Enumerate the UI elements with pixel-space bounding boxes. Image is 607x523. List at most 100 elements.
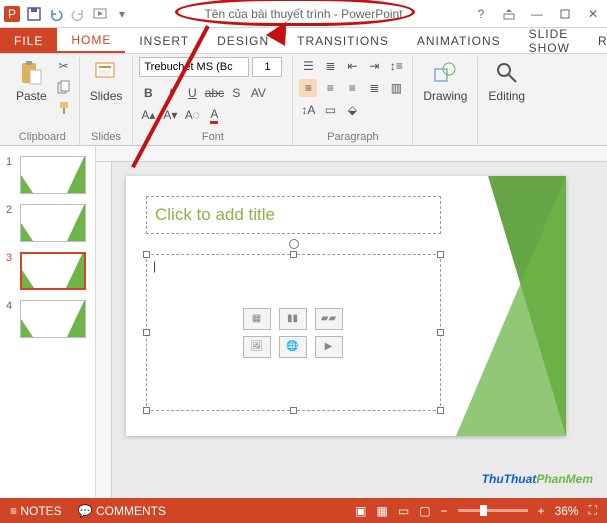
drawing-button[interactable]: Drawing	[419, 57, 471, 106]
cut-icon[interactable]: ✂	[55, 57, 73, 75]
minimize-icon[interactable]: —	[527, 4, 547, 24]
slides-btn-label: Slides	[90, 89, 123, 103]
smartart-icon[interactable]: ⬙	[343, 101, 361, 119]
tab-insert[interactable]: INSERT	[125, 28, 203, 53]
thumbnail-3[interactable]: 3	[0, 248, 95, 296]
paste-button[interactable]: Paste	[12, 57, 51, 106]
help-icon[interactable]: ?	[471, 4, 491, 24]
align-right-icon[interactable]: ≡	[343, 79, 361, 97]
rotate-handle[interactable]	[289, 239, 299, 249]
app-icon: P	[4, 6, 20, 22]
clipboard-label: Clipboard	[12, 129, 73, 145]
resize-handle[interactable]	[437, 407, 444, 414]
clear-format-icon[interactable]: A◌	[183, 106, 201, 124]
paste-icon	[18, 60, 44, 86]
thumbnail-4[interactable]: 4	[0, 296, 95, 344]
sorter-view-icon[interactable]: ▦	[377, 504, 388, 518]
thumb-slide	[20, 252, 86, 290]
indent-dec-icon[interactable]: ⇤	[343, 57, 361, 75]
italic-button[interactable]: I	[161, 84, 179, 102]
thumbnail-2[interactable]: 2	[0, 200, 95, 248]
notes-button[interactable]: ≡ NOTES	[10, 504, 62, 518]
slide-canvas[interactable]: Click to add title | ▦ ▮▮ ▰▰	[126, 176, 566, 436]
quick-access-toolbar: P ▾	[4, 6, 130, 22]
insert-online-picture-icon[interactable]: 🌐	[279, 336, 307, 358]
slides-label: Slides	[86, 129, 127, 145]
close-icon[interactable]: ✕	[583, 4, 603, 24]
thumb-slide	[20, 156, 86, 194]
copy-icon[interactable]	[55, 78, 73, 96]
window-controls: ? — ✕	[471, 4, 603, 24]
insert-chart-icon[interactable]: ▮▮	[279, 308, 307, 330]
tab-file[interactable]: FILE	[0, 28, 57, 53]
fit-window-icon[interactable]: ⛶	[589, 503, 597, 518]
resize-handle[interactable]	[437, 329, 444, 336]
slide-editor: Click to add title | ▦ ▮▮ ▰▰	[96, 146, 607, 498]
undo-icon[interactable]	[48, 6, 64, 22]
window-title: Tên của bài thuyết trình - PowerPoint	[204, 7, 402, 21]
line-spacing-icon[interactable]: ↕≡	[387, 57, 405, 75]
columns-icon[interactable]: ▥	[387, 79, 405, 97]
content-placeholder[interactable]: | ▦ ▮▮ ▰▰ 🖼 🌐 ▶	[146, 254, 441, 411]
slideshow-view-icon[interactable]: ▢	[419, 504, 430, 518]
indent-inc-icon[interactable]: ⇥	[365, 57, 383, 75]
tab-animations[interactable]: ANIMATIONS	[403, 28, 515, 53]
zoom-slider[interactable]	[458, 509, 528, 512]
bold-button[interactable]: B	[139, 84, 157, 102]
insert-video-icon[interactable]: ▶	[315, 336, 343, 358]
find-icon	[494, 60, 520, 86]
comments-button[interactable]: 💬 COMMENTS	[78, 504, 166, 518]
resize-handle[interactable]	[143, 251, 150, 258]
zoom-in-icon[interactable]: +	[538, 504, 545, 518]
new-slide-button[interactable]: Slides	[86, 57, 127, 106]
redo-icon[interactable]	[70, 6, 86, 22]
zoom-out-icon[interactable]: −	[441, 504, 448, 518]
resize-handle[interactable]	[143, 407, 150, 414]
tab-review[interactable]: RE	[584, 28, 607, 53]
slide-thumbnails: 1 2 3 4	[0, 146, 96, 498]
resize-handle[interactable]	[437, 251, 444, 258]
bullets-icon[interactable]: ☰	[299, 57, 317, 75]
insert-picture-icon[interactable]: 🖼	[243, 336, 271, 358]
strikethrough-button[interactable]: abc	[205, 84, 223, 102]
ribbon-options-icon[interactable]	[499, 4, 519, 24]
save-icon[interactable]	[26, 6, 42, 22]
insert-table-icon[interactable]: ▦	[243, 308, 271, 330]
resize-handle[interactable]	[290, 251, 297, 258]
align-text-icon[interactable]: ▭	[321, 101, 339, 119]
maximize-icon[interactable]	[555, 4, 575, 24]
reading-view-icon[interactable]: ▭	[398, 504, 409, 518]
numbering-icon[interactable]: ≣	[321, 57, 339, 75]
justify-icon[interactable]: ≣	[365, 79, 383, 97]
ribbon: Paste ✂ Clipboard Slides Slides Trebuche…	[0, 54, 607, 146]
insert-smartart-icon[interactable]: ▰▰	[315, 308, 343, 330]
text-direction-icon[interactable]: ↕A	[299, 101, 317, 119]
start-slideshow-icon[interactable]	[92, 6, 108, 22]
title-placeholder[interactable]: Click to add title	[146, 196, 441, 234]
char-spacing-icon[interactable]: AV	[249, 84, 267, 102]
align-left-icon[interactable]: ≡	[299, 79, 317, 97]
increase-font-icon[interactable]: A▴	[139, 106, 157, 124]
tab-design[interactable]: DESIGN	[203, 28, 283, 53]
resize-handle[interactable]	[290, 407, 297, 414]
slide-decoration	[456, 176, 566, 436]
font-color-icon[interactable]: A	[205, 106, 223, 124]
underline-button[interactable]: U	[183, 84, 201, 102]
font-name-combo[interactable]: Trebuchet MS (Bc	[139, 57, 249, 77]
format-painter-icon[interactable]	[55, 99, 73, 117]
normal-view-icon[interactable]: ▣	[355, 504, 366, 518]
tab-home[interactable]: HOME	[57, 28, 125, 53]
font-size-combo[interactable]: 1	[252, 57, 282, 77]
new-slide-icon	[93, 60, 119, 86]
tab-slideshow[interactable]: SLIDE SHOW	[515, 28, 584, 53]
resize-handle[interactable]	[143, 329, 150, 336]
editing-button[interactable]: Editing	[484, 57, 529, 106]
text-shadow-button[interactable]: S	[227, 84, 245, 102]
qat-customize-icon[interactable]: ▾	[114, 6, 130, 22]
editing-label: Editing	[488, 89, 525, 103]
zoom-level[interactable]: 36%	[555, 504, 579, 518]
tab-transitions[interactable]: TRANSITIONS	[283, 28, 403, 53]
align-center-icon[interactable]: ≡	[321, 79, 339, 97]
thumbnail-1[interactable]: 1	[0, 152, 95, 200]
decrease-font-icon[interactable]: A▾	[161, 106, 179, 124]
